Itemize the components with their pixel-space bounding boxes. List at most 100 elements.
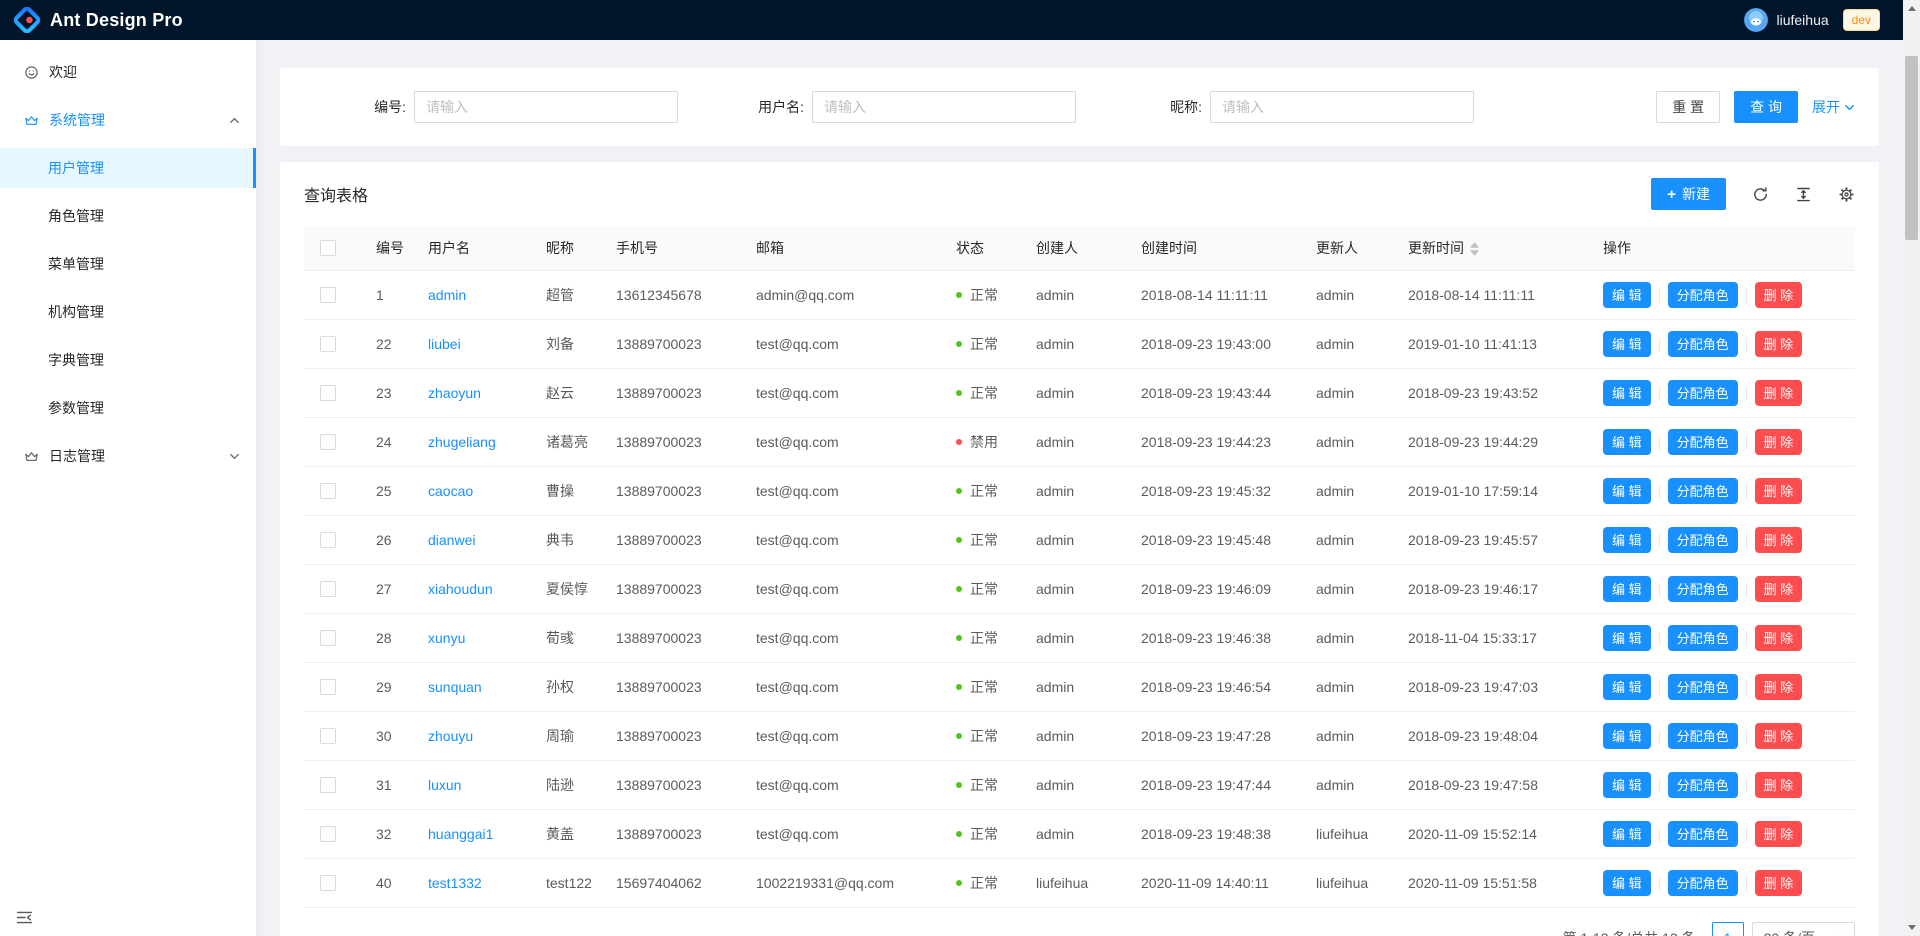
delete-button[interactable]: 删 除 [1755, 331, 1803, 357]
logo[interactable]: Ant Design Pro [0, 7, 256, 33]
username-link[interactable]: sunquan [428, 679, 482, 695]
row-checkbox[interactable] [320, 581, 336, 597]
user-name[interactable]: liufeihua [1776, 12, 1828, 28]
delete-button[interactable]: 删 除 [1755, 870, 1803, 896]
assign-role-button[interactable]: 分配角色 [1668, 723, 1738, 749]
row-checkbox[interactable] [320, 336, 336, 352]
delete-button[interactable]: 删 除 [1755, 772, 1803, 798]
delete-button[interactable]: 删 除 [1755, 625, 1803, 651]
edit-button[interactable]: 编 辑 [1603, 625, 1651, 651]
edit-button[interactable]: 编 辑 [1603, 576, 1651, 602]
settings-gear-icon[interactable] [1838, 186, 1855, 203]
assign-role-button[interactable]: 分配角色 [1668, 674, 1738, 700]
sidebar-item-menu-mgmt[interactable]: 菜单管理 [0, 244, 256, 284]
main-content: 编号:请输入用户名:请输入昵称:请输入 重 置 查 询 展开 查询表格 + 新建 [256, 40, 1903, 936]
delete-button[interactable]: 删 除 [1755, 429, 1803, 455]
assign-role-button[interactable]: 分配角色 [1668, 478, 1738, 504]
username-link[interactable]: liubei [428, 336, 461, 352]
sidebar-item-dict-mgmt[interactable]: 字典管理 [0, 340, 256, 380]
row-checkbox[interactable] [320, 287, 336, 303]
delete-button[interactable]: 删 除 [1755, 674, 1803, 700]
username-link[interactable]: luxun [428, 777, 461, 793]
edit-button[interactable]: 编 辑 [1603, 772, 1651, 798]
delete-button[interactable]: 删 除 [1755, 723, 1803, 749]
assign-role-button[interactable]: 分配角色 [1668, 821, 1738, 847]
row-checkbox[interactable] [320, 777, 336, 793]
scrollbar[interactable] [1903, 0, 1920, 936]
username-link[interactable]: huanggai1 [428, 826, 493, 842]
new-button[interactable]: + 新建 [1651, 178, 1726, 210]
row-checkbox[interactable] [320, 483, 336, 499]
username-link[interactable]: zhaoyun [428, 385, 481, 401]
username-link[interactable]: caocao [428, 483, 473, 499]
row-checkbox[interactable] [320, 385, 336, 401]
density-icon[interactable] [1795, 186, 1812, 203]
username-link[interactable]: zhugeliang [428, 434, 496, 450]
row-checkbox[interactable] [320, 630, 336, 646]
scrollbar-thumb[interactable] [1905, 56, 1918, 240]
sidebar-item-user-mgmt[interactable]: 用户管理 [0, 148, 256, 188]
avatar[interactable] [1744, 8, 1768, 32]
row-checkbox[interactable] [320, 434, 336, 450]
delete-button[interactable]: 删 除 [1755, 821, 1803, 847]
username-link[interactable]: test1332 [428, 875, 482, 891]
assign-role-button[interactable]: 分配角色 [1668, 429, 1738, 455]
row-checkbox[interactable] [320, 728, 336, 744]
edit-button[interactable]: 编 辑 [1603, 380, 1651, 406]
query-button[interactable]: 查 询 [1734, 91, 1798, 123]
delete-button[interactable]: 删 除 [1755, 282, 1803, 308]
assign-role-button[interactable]: 分配角色 [1668, 625, 1738, 651]
edit-button[interactable]: 编 辑 [1603, 821, 1651, 847]
page-1-button[interactable]: 1 [1712, 922, 1744, 936]
username-link[interactable]: xunyu [428, 630, 465, 646]
sidebar-item-param-mgmt[interactable]: 参数管理 [0, 388, 256, 428]
sidebar-item-log-mgmt[interactable]: 日志管理 [0, 436, 256, 476]
edit-button[interactable]: 编 辑 [1603, 723, 1651, 749]
username-link[interactable]: xiahoudun [428, 581, 493, 597]
sort-icon[interactable] [1470, 242, 1479, 256]
assign-role-button[interactable]: 分配角色 [1668, 380, 1738, 406]
scrollbar-down-arrow[interactable] [1903, 919, 1920, 936]
expand-link[interactable]: 展开 [1812, 97, 1855, 117]
assign-role-button[interactable]: 分配角色 [1668, 576, 1738, 602]
edit-button[interactable]: 编 辑 [1603, 527, 1651, 553]
row-checkbox[interactable] [320, 679, 336, 695]
select-all-checkbox[interactable] [320, 240, 336, 256]
assign-role-button[interactable]: 分配角色 [1668, 870, 1738, 896]
username-link[interactable]: zhouyu [428, 728, 473, 744]
username-link[interactable]: dianwei [428, 532, 475, 548]
scrollbar-up-arrow[interactable] [1903, 0, 1920, 17]
edit-button[interactable]: 编 辑 [1603, 674, 1651, 700]
row-checkbox[interactable] [320, 875, 336, 891]
delete-button[interactable]: 删 除 [1755, 527, 1803, 553]
username-link[interactable]: admin [428, 287, 466, 303]
select-all-header [304, 226, 360, 270]
edit-button[interactable]: 编 辑 [1603, 429, 1651, 455]
text-input[interactable]: 请输入 [812, 91, 1076, 123]
reset-button[interactable]: 重 置 [1656, 91, 1720, 123]
assign-role-button[interactable]: 分配角色 [1668, 282, 1738, 308]
delete-button[interactable]: 删 除 [1755, 380, 1803, 406]
assign-role-button[interactable]: 分配角色 [1668, 527, 1738, 553]
delete-button[interactable]: 删 除 [1755, 576, 1803, 602]
assign-role-button[interactable]: 分配角色 [1668, 772, 1738, 798]
sidebar-item-org-mgmt[interactable]: 机构管理 [0, 292, 256, 332]
page-size-select[interactable]: 20 条/页 [1752, 922, 1855, 936]
column-header[interactable]: 更新时间 [1392, 226, 1587, 270]
reload-icon[interactable] [1752, 186, 1769, 203]
edit-button[interactable]: 编 辑 [1603, 870, 1651, 896]
sidebar-item-system-mgmt[interactable]: 系统管理 [0, 100, 256, 140]
menu-fold-icon[interactable] [16, 908, 34, 926]
row-checkbox[interactable] [320, 826, 336, 842]
edit-button[interactable]: 编 辑 [1603, 478, 1651, 504]
text-input[interactable]: 请输入 [1210, 91, 1474, 123]
sidebar-item-welcome[interactable]: 欢迎 [0, 52, 256, 92]
edit-button[interactable]: 编 辑 [1603, 282, 1651, 308]
assign-role-button[interactable]: 分配角色 [1668, 331, 1738, 357]
delete-button[interactable]: 删 除 [1755, 478, 1803, 504]
edit-button[interactable]: 编 辑 [1603, 331, 1651, 357]
text-input[interactable]: 请输入 [414, 91, 678, 123]
sidebar-item-role-mgmt[interactable]: 角色管理 [0, 196, 256, 236]
row-checkbox[interactable] [320, 532, 336, 548]
cell-updater: admin [1300, 760, 1392, 809]
